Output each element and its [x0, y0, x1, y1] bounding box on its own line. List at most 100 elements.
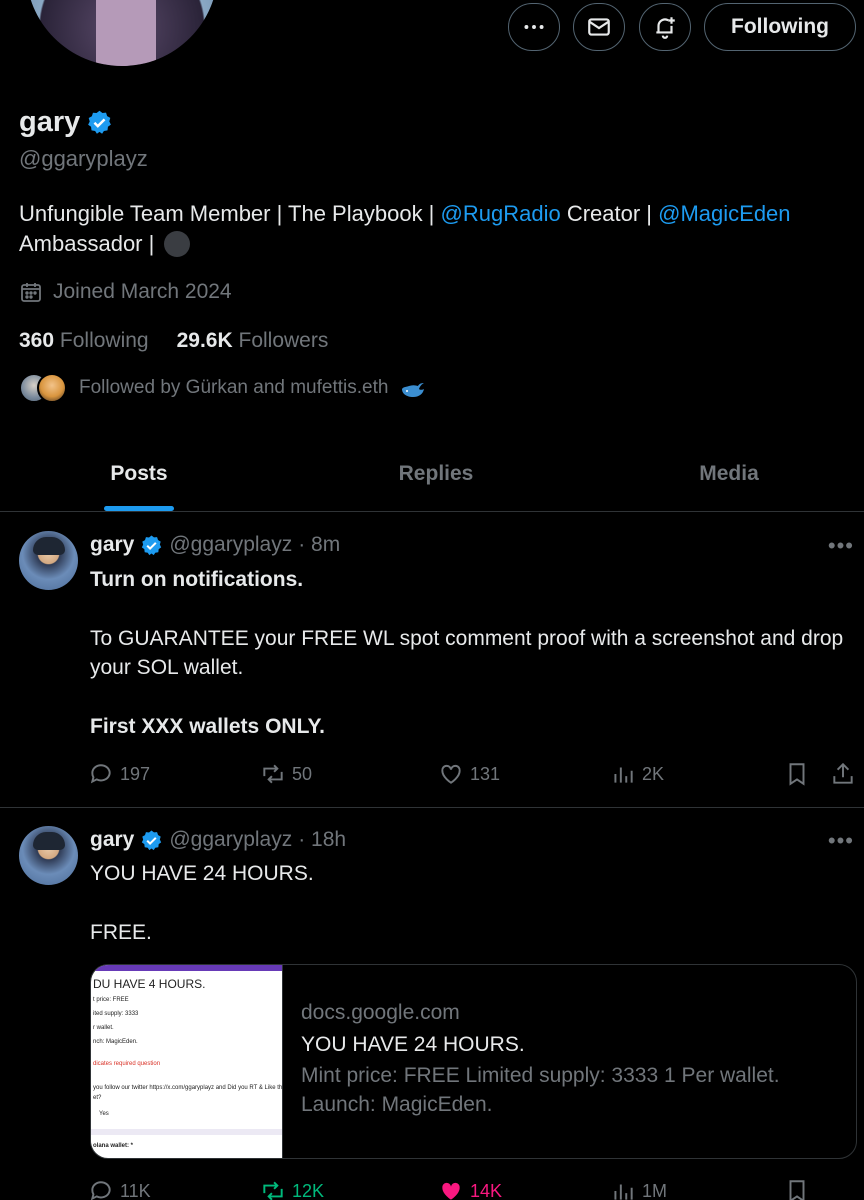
repost-button[interactable]: 12K	[260, 1178, 324, 1200]
profile-stats: 360 Following 29.6K Followers	[19, 329, 328, 353]
repost-count: 12K	[292, 1180, 325, 1200]
views-count: 2K	[642, 763, 665, 784]
following-label: Following	[59, 329, 149, 352]
follower-avatar-2	[37, 373, 67, 403]
like-icon	[442, 1182, 460, 1200]
link-card[interactable]: DU HAVE 4 HOURS. t price: FREE ited supp…	[90, 964, 857, 1159]
tweet[interactable]: gary @ggaryplayz · 8m ••• Turn on notifi…	[0, 513, 864, 808]
thumb-line: olana wallet: *	[93, 1143, 134, 1149]
profile-name: gary	[19, 106, 113, 139]
more-options-button[interactable]	[508, 3, 560, 51]
calendar-icon	[21, 283, 41, 302]
joined-text: Joined March 2024	[53, 280, 232, 303]
bio-text-1: Unfungible Team Member | The Playbook |	[19, 201, 441, 226]
reply-button[interactable]: 11K	[88, 1178, 151, 1200]
profile-name-text: gary	[19, 106, 81, 138]
tweet-avatar[interactable]	[19, 826, 78, 885]
thumb-line: t price: FREE	[93, 997, 129, 1003]
reply-icon	[90, 764, 111, 784]
following-count: 360	[19, 329, 55, 352]
tab-replies[interactable]: Replies	[278, 436, 594, 511]
bio-mention-magiceden[interactable]: @MagicEden	[658, 201, 790, 226]
verified-badge-icon	[142, 829, 162, 850]
followed-by[interactable]: Followed by Gürkan and mufettis.eth	[19, 373, 426, 403]
thumb-line: Yes	[99, 1111, 109, 1117]
like-button[interactable]: 131	[438, 761, 500, 787]
reply-count: 197	[120, 763, 151, 784]
bookmark-icon	[789, 763, 805, 786]
thumb-line: dicates required question	[93, 1061, 161, 1067]
profile-bio: Unfungible Team Member | The Playbook | …	[19, 199, 839, 259]
tweet-actions: 11K 12K 14K 1M	[88, 1178, 858, 1200]
bookmark-button[interactable]	[784, 761, 810, 787]
more-icon	[524, 25, 544, 29]
card-title: YOU HAVE 24 HOURS.	[301, 1033, 525, 1056]
tweet-header: gary @ggaryplayz · 18h	[90, 828, 346, 852]
tweet-author-name[interactable]: gary	[90, 828, 134, 852]
repost-count: 50	[292, 763, 313, 784]
views-icon	[614, 767, 633, 783]
message-button[interactable]	[573, 3, 625, 51]
views-button[interactable]: 2K	[610, 761, 664, 787]
tweet-author-name[interactable]: gary	[90, 533, 134, 557]
tweet-text: Turn on notifications. To GUARANTEE your…	[90, 565, 850, 741]
following-stat[interactable]: 360 Following	[19, 329, 149, 353]
tweet-avatar[interactable]	[19, 531, 78, 590]
share-button[interactable]	[830, 761, 856, 787]
card-text: docs.google.com YOU HAVE 24 HOURS. Mint …	[283, 965, 856, 1158]
like-icon	[441, 764, 461, 784]
tweet-line-1: YOU HAVE 24 HOURS.	[90, 862, 314, 885]
followers-label: Followers	[238, 329, 329, 352]
whale-emoji-icon	[402, 383, 425, 397]
tweet-line-3: First XXX wallets ONLY.	[90, 714, 325, 738]
views-icon	[614, 1184, 633, 1200]
card-description: Mint price: FREE Limited supply: 3333 1 …	[301, 1064, 780, 1116]
views-count: 1M	[642, 1180, 668, 1200]
reply-button[interactable]: 197	[88, 761, 150, 787]
repost-button[interactable]: 50	[260, 761, 312, 787]
followers-stat[interactable]: 29.6K Followers	[177, 329, 329, 353]
repost-icon	[263, 764, 283, 784]
profile-tabs: Posts Replies Media	[0, 436, 864, 512]
thumb-line: r wallet.	[93, 1025, 114, 1031]
profile-handle: @ggaryplayz	[19, 146, 148, 171]
tweet-author-handle[interactable]: @ggaryplayz	[169, 828, 292, 852]
tweet-line-2: FREE.	[90, 920, 152, 944]
card-domain: docs.google.com	[301, 1001, 460, 1024]
circle-emoji-icon	[164, 231, 191, 257]
tweet-line-2: To GUARANTEE your FREE WL spot comment p…	[90, 626, 844, 680]
following-button[interactable]: Following	[704, 3, 856, 51]
tweet-time[interactable]: · 8m	[298, 533, 340, 557]
like-button[interactable]: 14K	[438, 1178, 502, 1200]
tweet-header: gary @ggaryplayz · 8m	[90, 533, 340, 557]
tab-media[interactable]: Media	[594, 436, 864, 511]
tweet-time[interactable]: · 18h	[298, 828, 346, 852]
thumb-line: you follow our twitter https://x.com/gga…	[93, 1085, 283, 1091]
verified-badge-icon	[88, 110, 112, 134]
tab-posts[interactable]: Posts	[0, 436, 278, 511]
thumb-line: et?	[93, 1095, 102, 1101]
bio-text-2: Creator |	[560, 201, 659, 226]
tweet-more-icon[interactable]: •••	[828, 828, 854, 854]
followers-count: 29.6K	[176, 329, 233, 352]
reply-icon	[90, 1181, 111, 1200]
like-count: 131	[470, 763, 501, 784]
tweet-more-icon[interactable]: •••	[828, 533, 854, 559]
notifications-button[interactable]	[639, 3, 691, 51]
tweet-line-1: Turn on notifications.	[90, 568, 304, 591]
followed-by-text: Followed by Gürkan and mufettis.eth	[79, 377, 389, 398]
bookmark-button[interactable]	[784, 1178, 810, 1200]
tweet-actions: 197 50 131 2K	[88, 761, 858, 791]
card-thumbnail: DU HAVE 4 HOURS. t price: FREE ited supp…	[91, 965, 283, 1158]
joined-date: Joined March 2024	[19, 280, 232, 304]
bookmark-icon	[789, 1180, 805, 1200]
thumb-line: nch: MagicEden.	[93, 1039, 138, 1045]
repost-icon	[263, 1181, 283, 1200]
views-button[interactable]: 1M	[610, 1178, 667, 1200]
thumb-line: ited supply: 3333	[93, 1011, 139, 1017]
tweet-author-handle[interactable]: @ggaryplayz	[169, 533, 292, 557]
thumb-heading: DU HAVE 4 HOURS.	[93, 977, 206, 991]
notification-add-icon	[656, 17, 675, 39]
bio-mention-rugradio[interactable]: @RugRadio	[441, 201, 561, 226]
profile-avatar[interactable]	[22, 0, 222, 70]
